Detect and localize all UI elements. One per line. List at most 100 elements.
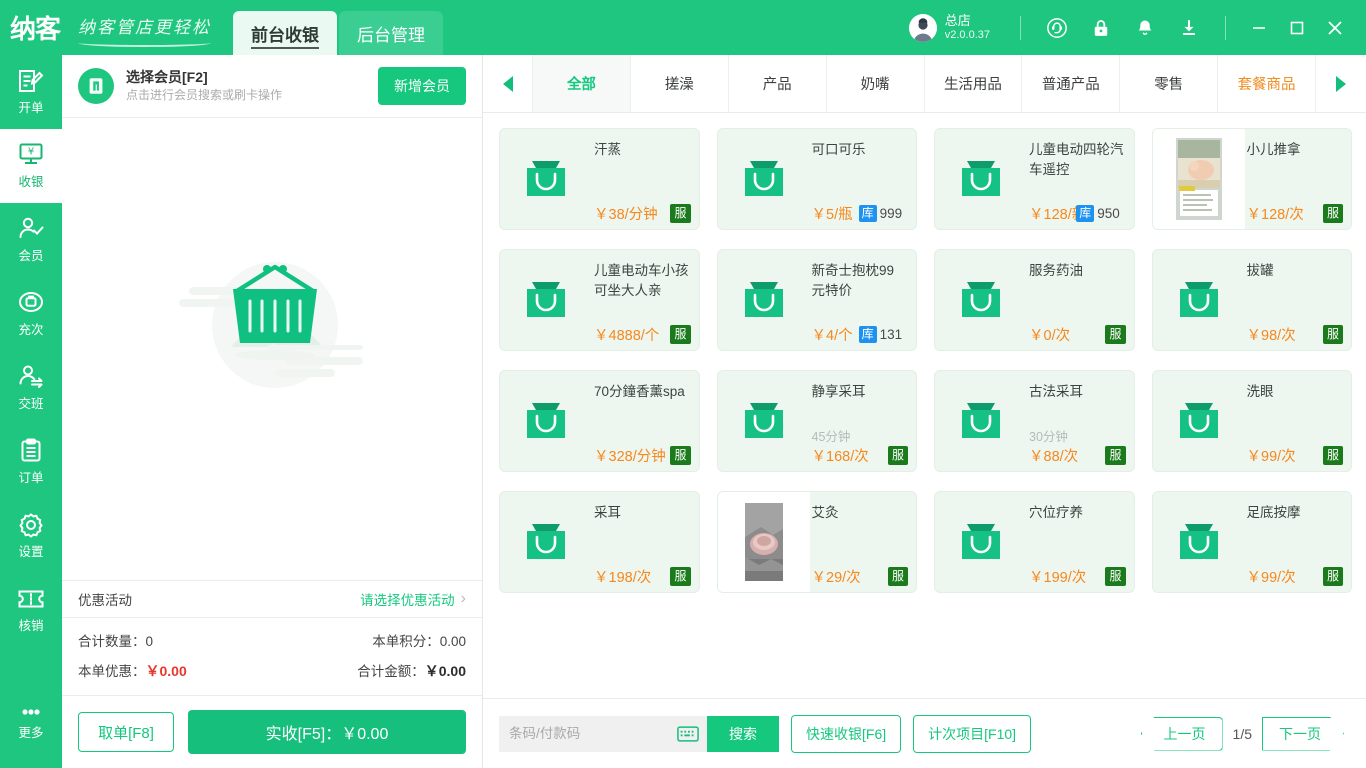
member-card-icon: [78, 68, 114, 104]
product-name: 拔罐: [1246, 263, 1274, 278]
stock-badge: 库: [1076, 205, 1095, 222]
category-tab[interactable]: 套餐商品: [1217, 55, 1316, 112]
order-panel: 选择会员[F2] 点击进行会员搜索或刷卡操作 新增会员 优惠活动 请选择优惠活动…: [62, 55, 483, 768]
headset-icon[interactable]: [1040, 11, 1074, 45]
maximize-button[interactable]: [1278, 11, 1316, 45]
app-version: v2.0.0.37: [944, 28, 990, 41]
svg-text:¥: ¥: [28, 147, 34, 158]
totals-row-quantity: 合计数量：0 本单积分：0.00: [78, 630, 466, 650]
add-member-button[interactable]: 新增会员: [378, 67, 466, 105]
sidebar-item-open-order[interactable]: 开单: [0, 55, 62, 129]
member-subtitle: 点击进行会员搜索或刷卡操作: [126, 88, 283, 103]
product-price: ￥199/次: [1029, 570, 1087, 586]
sidebar-item-more[interactable]: 更多: [0, 686, 62, 760]
sidebar-item-settings[interactable]: 设置: [0, 499, 62, 573]
category-tab[interactable]: 全部: [532, 55, 631, 112]
product-card[interactable]: 足底按摩 ￥99/次 服: [1151, 491, 1352, 593]
category-scroll-right-icon[interactable]: [1316, 55, 1366, 112]
sidebar-item-label: 收银: [18, 175, 44, 189]
tab-front-cashier[interactable]: 前台收银: [233, 11, 337, 55]
sidebar-item-redeem[interactable]: 核销: [0, 573, 62, 647]
product-bottom-bar: 搜索 快速收银[F6] 计次项目[F10] 上一页 1/5 下一页: [483, 698, 1366, 768]
stock-count: 950: [1097, 206, 1120, 221]
search-button[interactable]: 搜索: [707, 715, 779, 752]
prev-page-button[interactable]: 上一页: [1140, 716, 1223, 751]
close-button[interactable]: [1316, 11, 1354, 45]
sidebar-item-cashier[interactable]: ¥ 收银: [0, 129, 62, 203]
product-card[interactable]: 穴位疗养 ￥199/次 服: [934, 491, 1135, 593]
bell-icon[interactable]: [1128, 11, 1162, 45]
total-discount-label: 本单优惠：: [78, 664, 146, 679]
user-account[interactable]: 总店 v2.0.0.37: [908, 13, 1006, 42]
category-tab[interactable]: 生活用品: [923, 55, 1023, 112]
product-bag-icon: [935, 492, 1027, 592]
product-bag-icon: [1153, 492, 1245, 592]
stock-count: 999: [879, 206, 903, 221]
main-tabs: 前台收银 后台管理: [233, 0, 445, 55]
product-card[interactable]: 可口可乐 ￥5/瓶库 999: [716, 128, 917, 230]
product-card[interactable]: 儿童电动四轮汽车遥控 ￥128/新库 950: [934, 128, 1135, 230]
product-card[interactable]: 新奇士抱枕99元特价 ￥4/个库 131: [716, 249, 917, 351]
minimize-button[interactable]: [1240, 11, 1278, 45]
promotion-row[interactable]: 优惠活动 请选择优惠活动 ›: [62, 580, 482, 618]
product-bag-icon: [500, 250, 592, 350]
product-footer: ￥199/次 服: [1029, 566, 1126, 587]
sidebar-item-shift[interactable]: 交班: [0, 351, 62, 425]
total-amount-label: 合计金额：: [357, 664, 425, 679]
order-actions: 取单[F8] 实收[F5]：￥0.00: [62, 696, 482, 768]
stock-badge: 库: [858, 326, 877, 343]
page-indicator: 1/5: [1232, 725, 1252, 742]
service-badge: 服: [1322, 567, 1343, 586]
product-card[interactable]: 小儿推拿 ￥128/次 服: [1151, 128, 1352, 230]
category-tab[interactable]: 普通产品: [1021, 55, 1121, 112]
promotion-select[interactable]: 请选择优惠活动 ›: [360, 589, 466, 609]
product-card[interactable]: 洗眼 ￥99/次 服: [1151, 370, 1352, 472]
tab-backend-management[interactable]: 后台管理: [339, 11, 443, 55]
next-page-button[interactable]: 下一页: [1262, 717, 1344, 751]
sidebar-item-label: 设置: [18, 545, 44, 559]
product-body: 汗蒸 ￥38/分钟服: [592, 129, 699, 229]
sidebar-item-label: 会员: [18, 249, 44, 263]
sidebar-item-member[interactable]: 会员: [0, 203, 62, 277]
count-item-button[interactable]: 计次项目[F10]: [913, 714, 1032, 753]
product-name: 汗蒸: [594, 142, 621, 157]
sidebar-item-orders[interactable]: 订单: [0, 425, 62, 499]
product-card[interactable]: 艾灸 ￥29/次 服: [716, 491, 917, 593]
product-footer: ￥88/次 服: [1029, 445, 1126, 466]
category-tab-label: 奶嘴: [860, 77, 890, 93]
service-badge: 服: [670, 204, 691, 223]
product-price: ￥168/次: [811, 449, 869, 465]
category-tab[interactable]: 零售: [1119, 55, 1219, 112]
product-card[interactable]: 古法采耳 30分钟 ￥88/次 服: [934, 370, 1135, 472]
category-scroll-left-icon[interactable]: [483, 55, 533, 112]
product-price: ￥29/次: [811, 570, 861, 586]
download-icon[interactable]: [1172, 11, 1206, 45]
product-card[interactable]: 儿童电动车小孩可坐大人亲 ￥4888/个服: [499, 249, 700, 351]
product-card[interactable]: 汗蒸 ￥38/分钟服: [499, 128, 700, 230]
product-card[interactable]: 采耳 ￥198/次 服: [499, 491, 700, 593]
quick-cashier-button[interactable]: 快速收银[F6]: [791, 714, 902, 753]
product-card[interactable]: 拔罐 ￥98/次 服: [1151, 249, 1352, 351]
hold-order-button[interactable]: 取单[F8]: [78, 712, 174, 752]
product-name: 足底按摩: [1246, 505, 1301, 520]
category-tab[interactable]: 搓澡: [629, 55, 729, 112]
sidebar-item-recharge[interactable]: 充次: [0, 277, 62, 351]
lock-icon[interactable]: [1084, 11, 1118, 45]
keyboard-icon[interactable]: [669, 715, 707, 752]
category-tab[interactable]: 产品: [727, 55, 827, 112]
product-card[interactable]: 服务药油 ￥0/次 服: [934, 249, 1135, 351]
category-tab[interactable]: 奶嘴: [825, 55, 925, 112]
product-body: 新奇士抱枕99元特价 ￥4/个库 131: [810, 250, 917, 350]
search-input[interactable]: [499, 715, 669, 752]
product-name: 服务药油: [1029, 263, 1083, 278]
product-bag-icon: [935, 371, 1027, 471]
chevron-right-icon: ›: [460, 590, 466, 607]
product-bag-icon: [500, 492, 592, 592]
checkout-button[interactable]: 实收[F5]：￥0.00: [188, 710, 466, 754]
member-selector[interactable]: 选择会员[F2] 点击进行会员搜索或刷卡操作 新增会员: [62, 55, 482, 118]
product-card[interactable]: 70分鐘香薰spa ￥328/分钟服: [499, 370, 700, 472]
product-card[interactable]: 静享采耳 45分钟 ￥168/次 服: [716, 370, 917, 472]
product-footer: ￥4/个库 131: [812, 324, 909, 345]
product-name: 穴位疗养: [1029, 505, 1083, 520]
product-footer: ￥198/次 服: [594, 566, 691, 587]
